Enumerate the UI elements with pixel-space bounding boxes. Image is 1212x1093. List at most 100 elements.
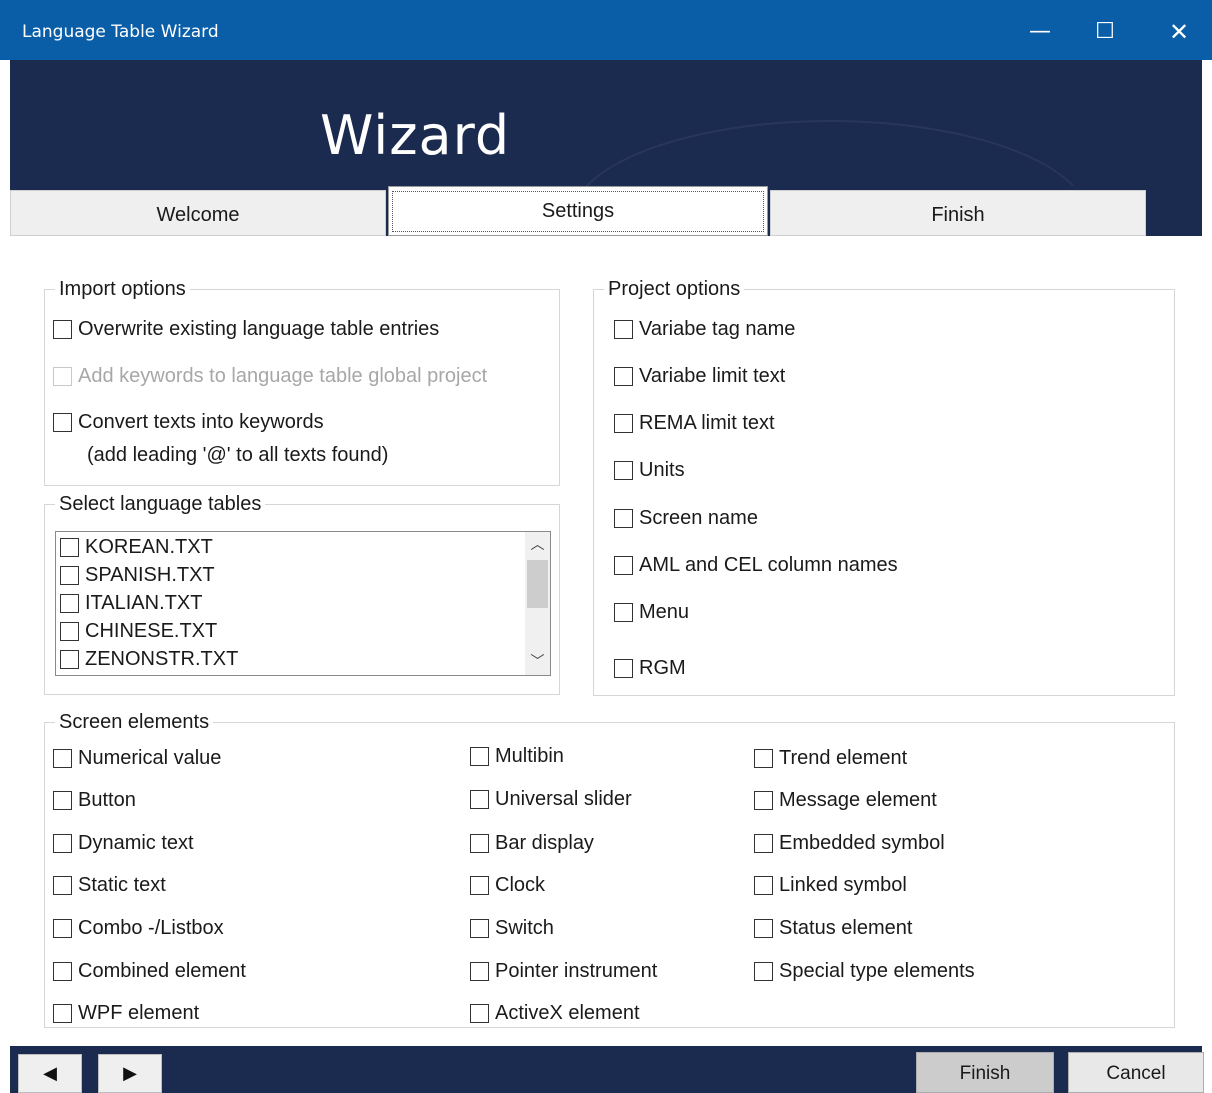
checkbox-box	[754, 834, 773, 853]
list-item-label: CHINESE.TXT	[85, 619, 218, 642]
checkbox-label: Screen name	[639, 507, 758, 529]
combined-element-checkbox[interactable]: Combined element	[53, 960, 246, 983]
window-title: Language Table Wizard	[22, 22, 219, 42]
universal-slider-checkbox[interactable]: Universal slider	[470, 788, 632, 811]
list-item-label: ZENONSTR.TXT	[85, 647, 239, 670]
wpf-element-checkbox[interactable]: WPF element	[53, 1002, 199, 1025]
variable-limit-text-checkbox[interactable]: Variabe limit text	[614, 365, 785, 388]
static-text-checkbox[interactable]: Static text	[53, 874, 166, 897]
checkbox-box	[53, 962, 72, 981]
button-element-checkbox[interactable]: Button	[53, 789, 136, 812]
checkbox-label: Variabe limit text	[639, 365, 786, 387]
checkbox-label: Button	[78, 789, 136, 811]
list-item-label: SPANISH.TXT	[85, 563, 215, 586]
list-item[interactable]: SPANISH.TXT	[60, 561, 215, 589]
checkbox-box	[754, 876, 773, 895]
checkbox-label: ActiveX element	[495, 1002, 640, 1024]
clock-checkbox[interactable]: Clock	[470, 874, 545, 897]
checkbox-label: Status element	[779, 917, 913, 939]
chevron-up-icon[interactable]: ︿	[525, 534, 550, 556]
finish-button[interactable]: Finish	[916, 1052, 1054, 1093]
switch-checkbox[interactable]: Switch	[470, 917, 554, 940]
trend-element-checkbox[interactable]: Trend element	[754, 747, 907, 770]
checkbox-label: Variabe tag name	[639, 318, 796, 340]
checkbox-label: Numerical value	[78, 747, 222, 769]
back-arrow-icon[interactable]: ◀	[18, 1054, 82, 1093]
rgm-checkbox[interactable]: RGM	[614, 657, 686, 680]
checkbox-box	[60, 565, 79, 585]
wizard-banner: Wizard	[10, 60, 1202, 190]
aml-cel-columns-checkbox[interactable]: AML and CEL column names	[614, 554, 898, 577]
checkbox-label: Dynamic text	[78, 832, 194, 854]
tab-welcome[interactable]: Welcome	[10, 190, 386, 236]
multibin-checkbox[interactable]: Multibin	[470, 745, 564, 768]
language-tables-legend: Select language tables	[55, 493, 266, 516]
checkbox-box	[470, 876, 489, 895]
list-item[interactable]: KOREAN.TXT	[60, 533, 213, 561]
language-table-list[interactable]: KOREAN.TXT SPANISH.TXT ITALIAN.TXT CHINE…	[55, 531, 551, 676]
rema-limit-text-checkbox[interactable]: REMA limit text	[614, 412, 775, 435]
checkbox-label: Static text	[78, 874, 166, 896]
checkbox-box	[53, 834, 72, 853]
close-icon[interactable]: ✕	[1154, 12, 1204, 52]
forward-arrow-icon[interactable]: ▶	[98, 1054, 162, 1093]
list-item[interactable]: ZENONSTR.TXT	[60, 645, 238, 673]
screen-name-checkbox[interactable]: Screen name	[614, 507, 758, 530]
checkbox-box	[60, 593, 79, 613]
maximize-icon[interactable]: ☐	[1080, 12, 1130, 52]
checkbox-label: REMA limit text	[639, 412, 775, 434]
checkbox-box	[614, 414, 633, 433]
dynamic-text-checkbox[interactable]: Dynamic text	[53, 832, 194, 855]
checkbox-box	[470, 962, 489, 981]
status-element-checkbox[interactable]: Status element	[754, 917, 912, 940]
checkbox-box	[614, 367, 633, 386]
units-checkbox[interactable]: Units	[614, 459, 685, 482]
convert-texts-checkbox[interactable]: Convert texts into keywords	[53, 411, 324, 434]
checkbox-label: Embedded symbol	[779, 832, 945, 854]
add-keywords-checkbox[interactable]: Add keywords to language table global pr…	[53, 365, 487, 388]
checkbox-label: Special type elements	[779, 960, 975, 982]
checkbox-box	[53, 791, 72, 810]
list-item[interactable]: CHINESE.TXT	[60, 617, 217, 645]
embedded-symbol-checkbox[interactable]: Embedded symbol	[754, 832, 945, 855]
checkbox-label: AML and CEL column names	[639, 554, 898, 576]
checkbox-label: WPF element	[78, 1002, 200, 1024]
checkbox-box	[53, 919, 72, 938]
convert-note: (add leading '@' to all texts found)	[87, 444, 389, 466]
checkbox-box	[470, 1004, 489, 1023]
checkbox-label: Add keywords to language table global pr…	[78, 365, 488, 387]
list-item[interactable]: ITALIAN.TXT	[60, 589, 202, 617]
checkbox-label: Trend element	[779, 747, 908, 769]
checkbox-box	[60, 537, 79, 557]
numerical-value-checkbox[interactable]: Numerical value	[53, 747, 221, 770]
menu-checkbox[interactable]: Menu	[614, 601, 689, 624]
pointer-instrument-checkbox[interactable]: Pointer instrument	[470, 960, 657, 983]
import-options-legend: Import options	[55, 278, 190, 301]
tab-finish[interactable]: Finish	[770, 190, 1146, 236]
variable-tag-name-checkbox[interactable]: Variabe tag name	[614, 318, 795, 341]
linked-symbol-checkbox[interactable]: Linked symbol	[754, 874, 907, 897]
tab-strip: Welcome Settings Finish	[10, 186, 1202, 236]
checkbox-label: Overwrite existing language table entrie…	[78, 318, 440, 340]
checkbox-box	[60, 649, 79, 669]
tab-focus-rect	[392, 191, 764, 232]
tab-settings[interactable]: Settings	[388, 186, 768, 236]
minimize-icon[interactable]: —	[1015, 12, 1065, 52]
checkbox-box	[53, 1004, 72, 1023]
checkbox-label: Bar display	[495, 832, 594, 854]
chevron-down-icon[interactable]: ﹀	[525, 651, 550, 673]
list-scrollbar[interactable]: ︿ ﹀	[525, 532, 550, 675]
activex-element-checkbox[interactable]: ActiveX element	[470, 1002, 640, 1025]
title-bar: Language Table Wizard — ☐ ✕	[0, 0, 1212, 60]
checkbox-label: Universal slider	[495, 788, 632, 810]
message-element-checkbox[interactable]: Message element	[754, 789, 937, 812]
checkbox-box	[754, 919, 773, 938]
special-type-elements-checkbox[interactable]: Special type elements	[754, 960, 975, 983]
scrollbar-thumb[interactable]	[527, 560, 548, 608]
combo-listbox-checkbox[interactable]: Combo -/Listbox	[53, 917, 224, 940]
checkbox-label: Convert texts into keywords	[78, 411, 324, 433]
overwrite-entries-checkbox[interactable]: Overwrite existing language table entrie…	[53, 318, 439, 341]
cancel-button[interactable]: Cancel	[1068, 1052, 1204, 1093]
bar-display-checkbox[interactable]: Bar display	[470, 832, 594, 855]
checkbox-box	[614, 556, 633, 575]
